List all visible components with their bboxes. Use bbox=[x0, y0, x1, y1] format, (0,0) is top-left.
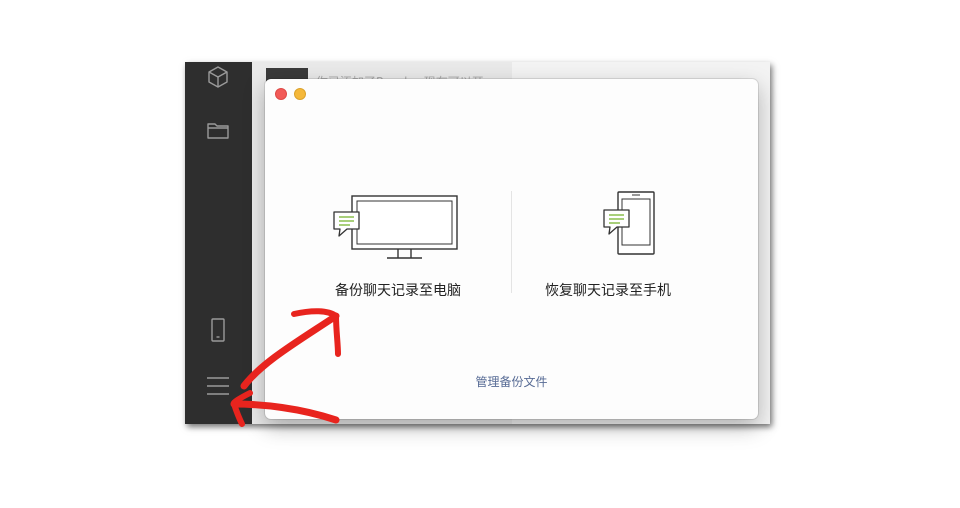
minimize-button[interactable] bbox=[294, 88, 306, 100]
cube-icon[interactable] bbox=[206, 65, 230, 89]
manage-backup-files-link[interactable]: 管理备份文件 bbox=[265, 373, 758, 390]
close-button[interactable] bbox=[275, 88, 287, 100]
phone-chat-icon bbox=[603, 191, 655, 255]
sidebar bbox=[185, 62, 252, 424]
restore-to-phone-option[interactable]: 恢复聊天记录至手机 bbox=[508, 185, 708, 305]
backup-to-computer-option[interactable]: 备份聊天记录至电脑 bbox=[298, 185, 498, 305]
menu-icon[interactable] bbox=[206, 374, 230, 398]
folder-icon[interactable] bbox=[206, 119, 230, 143]
restore-label: 恢复聊天记录至手机 bbox=[545, 283, 671, 299]
backup-restore-dialog: 备份聊天记录至电脑 恢复聊天记录至手机 管理备份文件 bbox=[265, 79, 758, 419]
backup-label: 备份聊天记录至电脑 bbox=[335, 283, 461, 299]
monitor-chat-icon bbox=[333, 195, 458, 259]
phone-icon[interactable] bbox=[206, 318, 230, 342]
